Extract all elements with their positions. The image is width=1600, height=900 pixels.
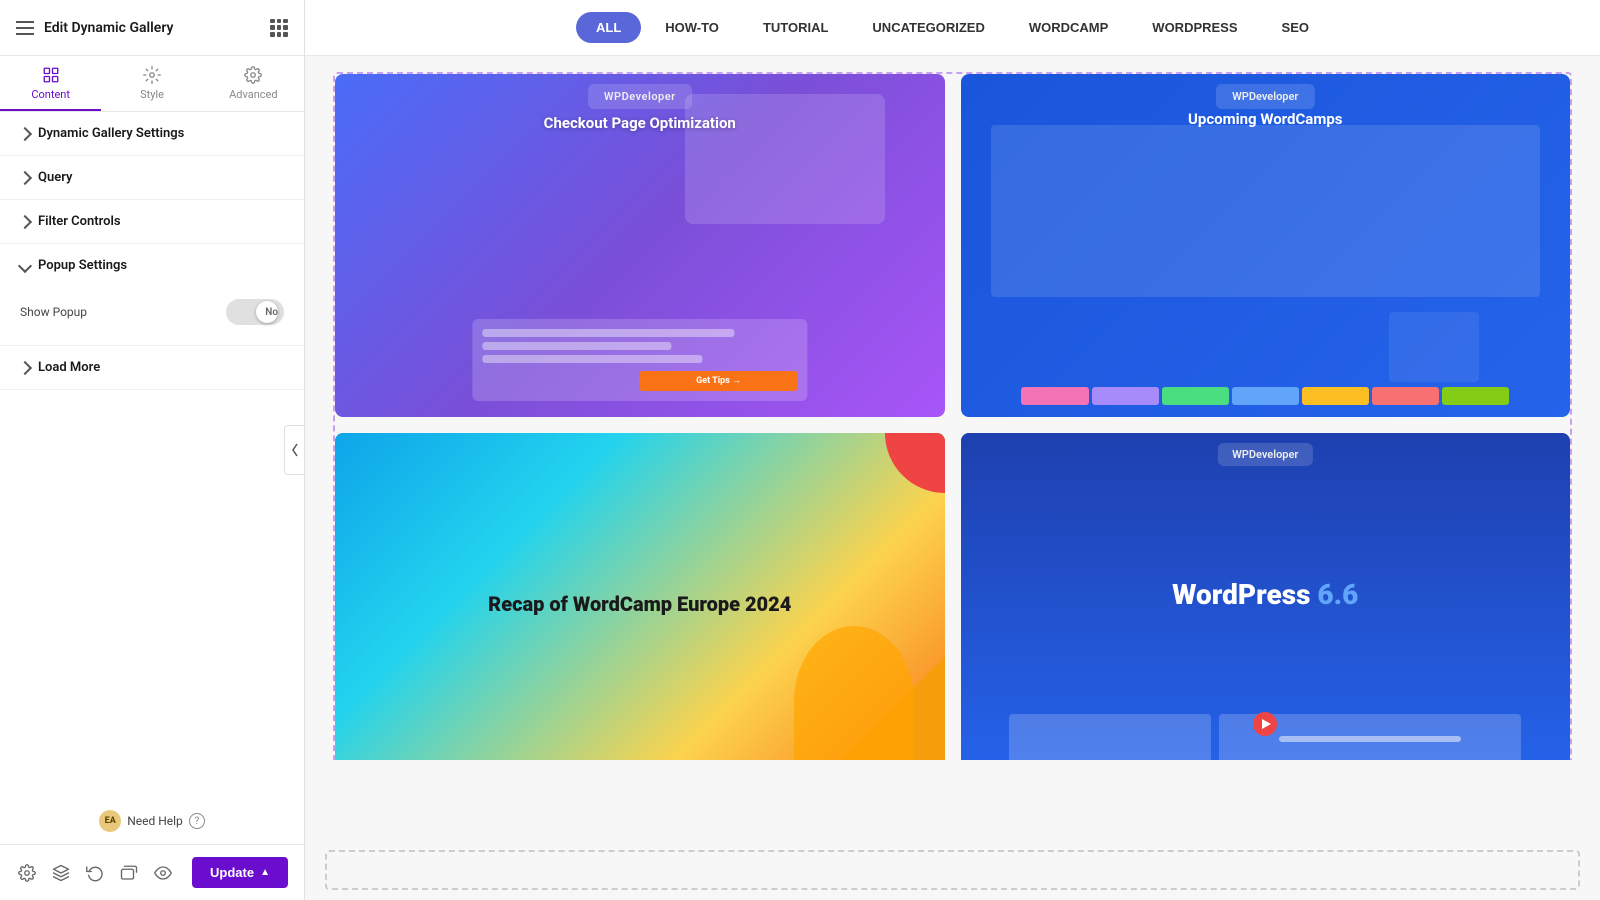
gallery-item-wordcamps[interactable]: WPDeveloper Upcoming WordCamps	[961, 74, 1571, 417]
tab-style[interactable]: Style	[101, 56, 202, 111]
gallery-item-europe-title: Recap of WordCamp Europe 2024	[468, 572, 811, 636]
filter-bar: ALL HOW-TO TUTORIAL UNCATEGORIZED WORDCA…	[305, 0, 1600, 56]
gallery-item-wordpress66[interactable]: WPDeveloper WordPress 6.6	[961, 433, 1571, 760]
eye-icon[interactable]	[152, 862, 174, 884]
gallery: WPDeveloper Checkout Page Optimization G…	[305, 56, 1600, 760]
hamburger-icon[interactable]	[16, 21, 34, 35]
content-icon	[42, 66, 60, 84]
need-help-avatar: EA	[99, 810, 121, 832]
accordion-header-load-more[interactable]: Load More	[0, 346, 304, 389]
accordion-header-popup-settings[interactable]: Popup Settings	[0, 244, 304, 287]
editor-tabs: Content Style Advanced	[0, 56, 304, 112]
sidebar-collapse-handle[interactable]	[284, 425, 304, 475]
toggle-no-label: No	[265, 307, 278, 318]
history-icon[interactable]	[84, 862, 106, 884]
show-popup-toggle[interactable]: No	[226, 299, 284, 325]
need-help-label: Need Help	[127, 814, 183, 828]
filter-tab-how-to[interactable]: HOW-TO	[645, 12, 739, 43]
page-title: Edit Dynamic Gallery	[44, 20, 173, 36]
accordion-arrow-query	[18, 170, 32, 184]
need-help-section: EA Need Help ?	[0, 798, 304, 844]
show-popup-label: Show Popup	[20, 305, 87, 319]
accordion-arrow-load-more	[18, 360, 32, 374]
accordion-item-filter-controls: Filter Controls	[0, 200, 304, 244]
filter-tab-tutorial[interactable]: TUTORIAL	[743, 12, 848, 43]
tab-advanced[interactable]: Advanced	[203, 56, 304, 111]
advanced-icon	[244, 66, 262, 84]
sidebar-header: Edit Dynamic Gallery	[0, 0, 304, 56]
apps-icon[interactable]	[270, 19, 288, 37]
help-question-icon[interactable]: ?	[189, 813, 205, 829]
gallery-item-checkout[interactable]: WPDeveloper Checkout Page Optimization G…	[335, 74, 945, 417]
tab-content[interactable]: Content	[0, 56, 101, 111]
canvas-empty-area	[305, 760, 1600, 840]
accordion-header-filter-controls[interactable]: Filter Controls	[0, 200, 304, 243]
update-chevron-icon: ▲	[260, 867, 270, 878]
filter-tab-all[interactable]: ALL	[576, 12, 641, 43]
accordion-arrow-filter-controls	[18, 214, 32, 228]
sidebar-header-left: Edit Dynamic Gallery	[16, 20, 173, 36]
bottom-icons	[16, 862, 180, 884]
filter-tab-wordpress[interactable]: WORDPRESS	[1132, 12, 1257, 43]
accordion-item-popup-settings: Popup Settings Show Popup No	[0, 244, 304, 346]
accordion-header-query[interactable]: Query	[0, 156, 304, 199]
filter-tab-seo[interactable]: SEO	[1262, 12, 1329, 43]
filter-tab-wordcamp[interactable]: WORDCAMP	[1009, 12, 1128, 43]
accordion-item-dynamic-gallery-settings: Dynamic Gallery Settings	[0, 112, 304, 156]
gallery-item-wp66-title: WordPress 6.6	[1172, 578, 1358, 611]
accordion-content-popup-settings: Show Popup No	[0, 287, 304, 345]
responsive-icon[interactable]	[118, 862, 140, 884]
accordion-item-load-more: Load More	[0, 346, 304, 390]
gallery-item-wordcamps-title: Upcoming WordCamps	[1052, 110, 1479, 128]
accordion-arrow-popup-settings	[18, 258, 32, 272]
bottom-bar: Update ▲	[0, 844, 304, 900]
accordion-header-dynamic-gallery-settings[interactable]: Dynamic Gallery Settings	[0, 112, 304, 155]
layers-icon[interactable]	[50, 862, 72, 884]
accordion: Dynamic Gallery Settings Query Filter Co…	[0, 112, 304, 798]
drop-zone[interactable]	[325, 850, 1580, 890]
gallery-grid: WPDeveloper Checkout Page Optimization G…	[335, 74, 1570, 760]
style-icon	[143, 66, 161, 84]
main-content: ALL HOW-TO TUTORIAL UNCATEGORIZED WORDCA…	[305, 0, 1600, 900]
gallery-item-checkout-title: Checkout Page Optimization	[396, 114, 884, 132]
settings-icon[interactable]	[16, 862, 38, 884]
gallery-border: WPDeveloper Checkout Page Optimization G…	[333, 72, 1572, 760]
sidebar: Edit Dynamic Gallery Content Style	[0, 0, 305, 900]
show-popup-row: Show Popup No	[20, 295, 284, 329]
update-button[interactable]: Update ▲	[192, 857, 288, 888]
accordion-arrow-dynamic-gallery-settings	[18, 126, 32, 140]
gallery-item-europe[interactable]: Recap of WordCamp Europe 2024	[335, 433, 945, 760]
accordion-item-query: Query	[0, 156, 304, 200]
filter-tab-uncategorized[interactable]: UNCATEGORIZED	[852, 12, 1004, 43]
